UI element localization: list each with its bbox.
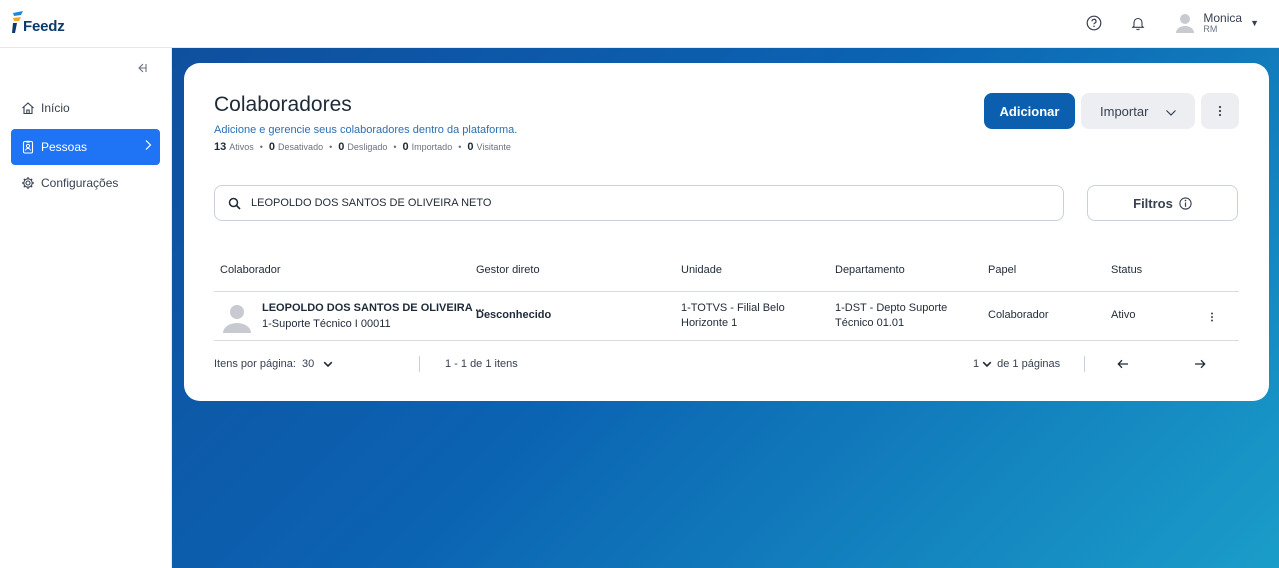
count-label-desativado: Desativado [278,142,324,152]
items-range: 1 - 1 de 1 itens [445,358,518,370]
id-badge-icon [21,140,35,154]
collapse-sidebar-icon[interactable] [134,61,148,75]
gear-icon [21,176,35,190]
count-label-desligado: Desligado [347,142,388,152]
colaborador-name[interactable]: LEOPOLDO DOS SANTOS DE OLIVEIRA ... [262,301,484,316]
status-counts: 13 Ativos • 0 Desativado • 0 Desligado • 0I… [214,141,511,153]
help-icon[interactable] [1083,12,1105,34]
chevron-down-icon [323,361,333,367]
avatar [1176,14,1195,33]
top-bar: Feedz Monica RM ▼ [0,0,1279,48]
search-icon [228,197,241,210]
header-status[interactable]: Status [1111,264,1142,276]
unidade-line1: 1-TOTVS - Filial Belo [681,302,785,314]
filters-button[interactable]: Filtros [1087,185,1238,221]
colaborador-role: 1-Suporte Técnico I 00011 [262,318,391,330]
table-row[interactable]: LEOPOLDO DOS SANTOS DE OLIVEIRA ... 1-Su… [214,291,1239,341]
chevron-down-icon [1165,105,1177,120]
logo-text: Feedz [23,18,65,35]
count-ativos: 13 [214,141,227,153]
bell-icon[interactable] [1127,12,1149,34]
user-subtitle: RM [1203,24,1218,34]
count-visitante: 0 [467,141,474,153]
page-title: Colaboradores [214,93,352,116]
count-label-ativos: Ativos [229,142,254,152]
main-area: Colaboradores Adicione e gerencie seus c… [172,48,1279,568]
sidebar-item-inicio[interactable]: Início [11,90,160,126]
header-departamento[interactable]: Departamento [835,264,905,276]
user-name: Monica [1203,11,1243,25]
prev-page-icon[interactable] [1115,356,1131,372]
count-importado: 0 [402,141,409,153]
header-papel[interactable]: Papel [988,264,1016,276]
sidebar: Início Pessoas Configurações [0,48,172,568]
user-menu[interactable]: Monica RM ▼ [1175,12,1259,34]
divider [419,356,420,372]
per-page-label: Itens por página: [214,358,296,370]
logo-mark-icon [12,11,23,33]
caret-down-icon: ▼ [1250,18,1259,28]
next-page-icon[interactable] [1192,356,1208,372]
count-desligado: 0 [338,141,345,153]
page-select[interactable]: 1 [973,358,992,370]
add-button[interactable]: Adicionar [984,93,1075,129]
gestor-direto: Desconhecido [476,309,552,321]
kebab-icon [1218,105,1222,117]
sidebar-item-label: Pessoas [41,140,88,154]
header-colaborador[interactable]: Colaborador [220,264,281,276]
count-desativado: 0 [268,141,276,153]
count-label-importado: Importado [411,142,453,152]
chevron-right-icon [144,139,152,154]
sidebar-item-pessoas[interactable]: Pessoas [11,129,160,165]
feedz-logo[interactable]: Feedz [11,11,65,35]
row-actions-button[interactable] [1205,309,1219,325]
header-gestor-direto[interactable]: Gestor direto [476,264,540,276]
colaboradores-card: Colaboradores Adicione e gerencie seus c… [184,63,1269,401]
import-button[interactable]: Importar [1081,93,1195,129]
pagination: Itens por página: 30 1 - 1 de 1 itens 1 … [214,356,1239,372]
per-page-select[interactable]: 30 [302,358,333,370]
current-page: 1 [973,358,980,370]
avatar [223,305,251,333]
status: Ativo [1111,309,1136,321]
page-subtitle: Adicione e gerencie seus colaboradores d… [214,124,518,136]
header-unidade[interactable]: Unidade [681,264,722,276]
pages-label: de 1 páginas [997,358,1061,370]
per-page-value: 30 [301,358,315,370]
departamento-line1: 1-DST - Depto Suporte [835,302,948,314]
sidebar-item-label: Início [41,101,70,115]
divider [1084,356,1085,372]
search-box[interactable] [214,185,1064,221]
chevron-down-icon [982,361,992,367]
count-label-visitante: Visitante [476,142,511,152]
search-input[interactable] [251,197,1031,209]
import-label: Importar [1100,103,1149,119]
more-options-button[interactable] [1201,93,1239,129]
filters-label: Filtros [1133,195,1173,211]
home-icon [21,101,35,115]
sidebar-item-configuracoes[interactable]: Configurações [11,165,160,201]
info-icon [1179,196,1192,210]
kebab-icon [1211,312,1213,322]
unidade-line2: Horizonte 1 [681,317,738,329]
papel: Colaborador [988,309,1049,321]
departamento-line2: Técnico 01.01 [835,317,905,329]
sidebar-item-label: Configurações [41,176,119,190]
